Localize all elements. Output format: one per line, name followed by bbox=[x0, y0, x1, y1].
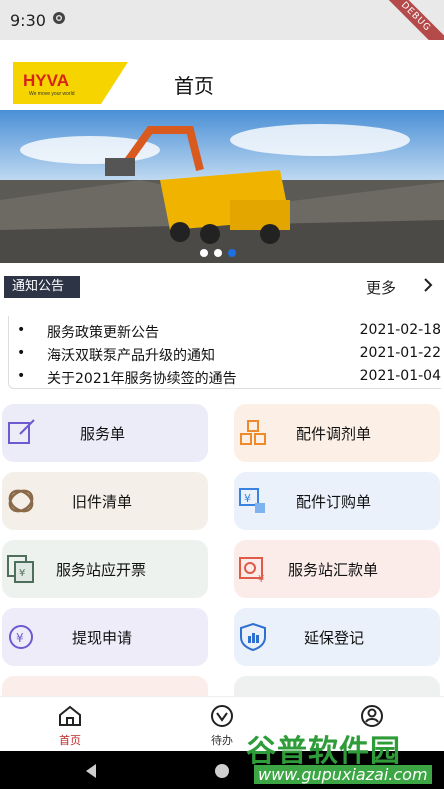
carousel-dot[interactable] bbox=[200, 249, 208, 257]
carousel-dot-active[interactable] bbox=[228, 249, 236, 257]
card-parts-purchase[interactable]: ¥ 配件订购单 bbox=[234, 472, 440, 530]
gear-icon bbox=[53, 12, 65, 24]
todo-icon bbox=[211, 705, 233, 727]
invoice-icon: ¥ bbox=[7, 555, 34, 583]
banner-image bbox=[0, 110, 444, 263]
notice-item[interactable]: • 关于2021年服务协续签的通告 2021-01-04 bbox=[17, 368, 441, 390]
svg-text:¥: ¥ bbox=[258, 574, 264, 584]
card-label: 配件调剂单 bbox=[296, 425, 372, 443]
back-icon[interactable] bbox=[84, 763, 98, 779]
card-parts-transfer[interactable]: 配件调剂单 bbox=[234, 404, 440, 462]
logo-text: HYVA bbox=[23, 71, 69, 90]
notice-item[interactable]: • 海沃双联泵产品升级的通知 2021-01-22 bbox=[17, 345, 441, 367]
card-label: 配件订购单 bbox=[296, 493, 372, 511]
card-label: 提现申请 bbox=[72, 629, 133, 647]
withdraw-icon: ¥ bbox=[9, 625, 33, 649]
cubes-icon bbox=[240, 420, 266, 445]
nav-label: 待办 bbox=[211, 734, 233, 747]
card-station-remittance[interactable]: ¥ 服务站汇款单 bbox=[234, 540, 440, 598]
notice-date: 2021-01-22 bbox=[359, 345, 441, 361]
card-partial[interactable] bbox=[2, 676, 208, 696]
notice-item[interactable]: • 服务政策更新公告 2021-02-18 bbox=[17, 322, 441, 344]
notice-tag: 通知公告 bbox=[4, 276, 80, 298]
edit-icon bbox=[8, 419, 35, 444]
card-label: 服务单 bbox=[80, 425, 126, 443]
home-circle-icon[interactable] bbox=[214, 763, 230, 779]
notice-title: 海沃双联泵产品升级的通知 bbox=[47, 348, 215, 364]
bullet: • bbox=[17, 368, 26, 384]
home-icon bbox=[59, 705, 81, 726]
card-label: 旧件清单 bbox=[72, 493, 133, 511]
card-warranty-registration[interactable]: 延保登记 bbox=[234, 608, 440, 666]
svg-text:¥: ¥ bbox=[19, 568, 25, 579]
carousel-indicator bbox=[200, 242, 242, 261]
watermark-brand: 谷普软件园 bbox=[246, 734, 401, 769]
nav-label: 首页 bbox=[59, 734, 81, 747]
hyva-logo: HYVA We move your world bbox=[13, 62, 128, 104]
card-label: 服务站应开票 bbox=[56, 561, 147, 579]
svg-text:¥: ¥ bbox=[16, 631, 24, 645]
more-link[interactable]: 更多 bbox=[366, 277, 396, 298]
card-label: 延保登记 bbox=[304, 629, 365, 647]
yen-boxes-icon: ¥ bbox=[239, 488, 265, 513]
notice-list: • 服务政策更新公告 2021-02-18 • 海沃双联泵产品升级的通知 202… bbox=[8, 316, 441, 389]
notice-title: 服务政策更新公告 bbox=[47, 325, 159, 341]
logo-tagline: We move your world bbox=[29, 91, 75, 97]
bullet: • bbox=[17, 345, 26, 361]
status-time: 9:30 bbox=[10, 11, 46, 30]
notice-title: 关于2021年服务协续签的通告 bbox=[47, 371, 237, 387]
carousel-dot[interactable] bbox=[214, 249, 222, 257]
card-label: 服务站汇款单 bbox=[288, 561, 379, 579]
nav-todo[interactable]: 待办 bbox=[192, 705, 252, 748]
card-old-parts-list[interactable]: 旧件清单 bbox=[2, 472, 208, 530]
bullet: • bbox=[17, 322, 26, 338]
notice-date: 2021-02-18 bbox=[359, 322, 441, 338]
status-bar: 9:30 DEBUG bbox=[0, 0, 444, 64]
notice-date: 2021-01-04 bbox=[359, 368, 441, 384]
card-service-order[interactable]: 服务单 bbox=[2, 404, 208, 462]
shield-chart-icon bbox=[240, 622, 266, 652]
card-withdraw-request[interactable]: ¥ 提现申请 bbox=[2, 608, 208, 666]
chevron-right-icon[interactable] bbox=[422, 277, 434, 293]
watermark: 谷普软件园 www.gupuxiazai.com bbox=[246, 726, 444, 786]
nav-home[interactable]: 首页 bbox=[40, 705, 100, 748]
watermark-url: www.gupuxiazai.com bbox=[254, 765, 432, 784]
card-station-invoice[interactable]: ¥ 服务站应开票 bbox=[2, 540, 208, 598]
profile-icon bbox=[361, 705, 383, 727]
remit-icon: ¥ bbox=[239, 557, 264, 584]
ring-icon bbox=[8, 489, 34, 513]
banner-carousel[interactable] bbox=[0, 110, 444, 263]
svg-text:¥: ¥ bbox=[244, 492, 251, 505]
card-partial[interactable] bbox=[234, 676, 440, 696]
page-title: 首页 bbox=[174, 74, 214, 98]
